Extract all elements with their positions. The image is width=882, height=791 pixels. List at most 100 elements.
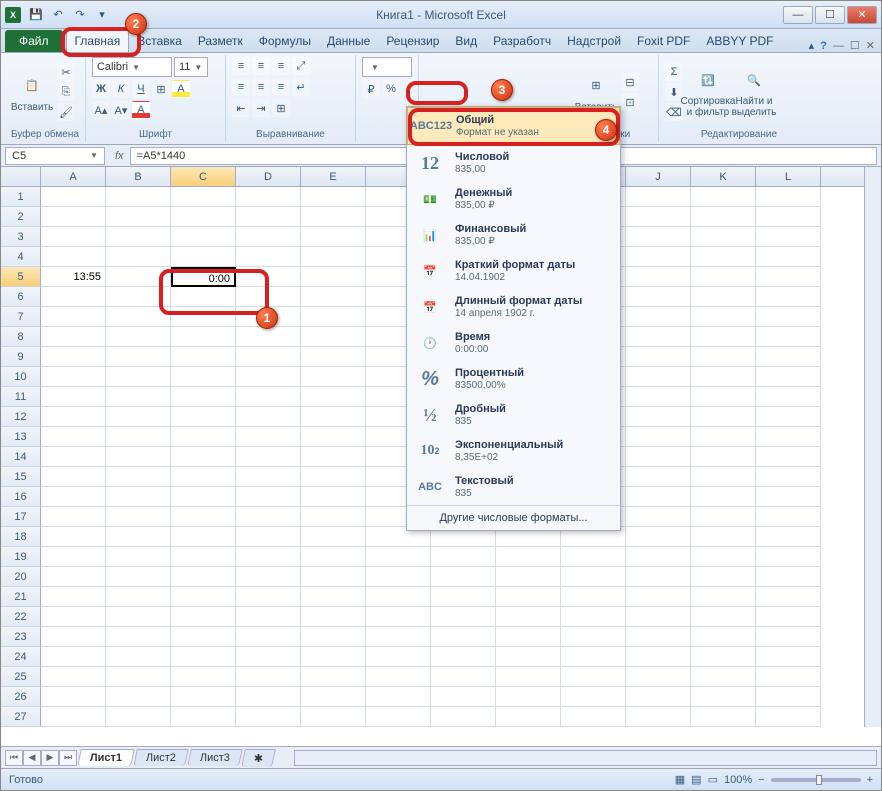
cell[interactable]: [236, 347, 301, 367]
format-accounting[interactable]: 📊 Финансовый835,00 ₽: [407, 217, 620, 253]
cell[interactable]: [171, 607, 236, 627]
cell[interactable]: [756, 667, 821, 687]
cell[interactable]: [301, 487, 366, 507]
cell[interactable]: [626, 487, 691, 507]
cell[interactable]: [626, 347, 691, 367]
cell[interactable]: [756, 567, 821, 587]
cell[interactable]: [106, 507, 171, 527]
file-tab[interactable]: Файл: [5, 30, 63, 52]
cell[interactable]: [626, 267, 691, 287]
cell[interactable]: [431, 707, 496, 727]
row-header[interactable]: 11: [1, 387, 41, 407]
cell[interactable]: [106, 667, 171, 687]
cell[interactable]: [756, 327, 821, 347]
cell[interactable]: [236, 187, 301, 207]
undo-icon[interactable]: ↶: [49, 6, 67, 24]
cell[interactable]: [756, 607, 821, 627]
cell[interactable]: [561, 687, 626, 707]
cell[interactable]: [236, 447, 301, 467]
mdi-close-icon[interactable]: ✕: [866, 39, 875, 52]
cell[interactable]: [301, 247, 366, 267]
tab-addins[interactable]: Надстрой: [559, 30, 629, 52]
row-header[interactable]: 16: [1, 487, 41, 507]
cell[interactable]: [496, 707, 561, 727]
cell[interactable]: [41, 647, 106, 667]
cell[interactable]: 0:00: [171, 267, 236, 287]
maximize-button[interactable]: ☐: [815, 6, 845, 24]
cell[interactable]: [236, 367, 301, 387]
cell[interactable]: [756, 387, 821, 407]
row-header[interactable]: 20: [1, 567, 41, 587]
cell[interactable]: [626, 567, 691, 587]
new-sheet-button[interactable]: ✱: [241, 749, 276, 767]
cell[interactable]: [106, 487, 171, 507]
cell[interactable]: [301, 527, 366, 547]
cell[interactable]: [41, 687, 106, 707]
autosum-icon[interactable]: Σ: [665, 63, 683, 81]
cell[interactable]: [431, 687, 496, 707]
cell[interactable]: [496, 687, 561, 707]
select-all-corner[interactable]: [1, 167, 41, 186]
cell[interactable]: [106, 347, 171, 367]
cell[interactable]: [171, 207, 236, 227]
row-header[interactable]: 7: [1, 307, 41, 327]
cell[interactable]: [626, 587, 691, 607]
cell[interactable]: [431, 627, 496, 647]
underline-button[interactable]: Ч: [132, 80, 150, 98]
cell[interactable]: [496, 587, 561, 607]
cell[interactable]: [496, 647, 561, 667]
cell[interactable]: [171, 507, 236, 527]
cell[interactable]: [691, 247, 756, 267]
cell[interactable]: [756, 527, 821, 547]
row-header[interactable]: 5: [1, 267, 41, 287]
cell[interactable]: [756, 507, 821, 527]
cell[interactable]: [626, 467, 691, 487]
format-short-date[interactable]: 📅 Краткий формат даты14.04.1902: [407, 253, 620, 289]
cell[interactable]: [301, 267, 366, 287]
cell[interactable]: [431, 567, 496, 587]
cell[interactable]: [366, 567, 431, 587]
cell[interactable]: [691, 547, 756, 567]
cell[interactable]: [301, 707, 366, 727]
redo-icon[interactable]: ↷: [71, 6, 89, 24]
italic-button[interactable]: К: [112, 80, 130, 98]
cell[interactable]: [171, 247, 236, 267]
cell[interactable]: [691, 707, 756, 727]
cell[interactable]: [106, 427, 171, 447]
cell[interactable]: [41, 207, 106, 227]
cell[interactable]: [366, 547, 431, 567]
cell[interactable]: [756, 707, 821, 727]
format-currency[interactable]: 💵 Денежный835,00 ₽: [407, 181, 620, 217]
indent-inc-icon[interactable]: ⇥: [252, 99, 270, 117]
cell[interactable]: [691, 587, 756, 607]
cell[interactable]: [626, 607, 691, 627]
cell[interactable]: [561, 587, 626, 607]
format-long-date[interactable]: 📅 Длинный формат даты14 апреля 1902 г.: [407, 289, 620, 325]
zoom-level[interactable]: 100%: [724, 774, 752, 786]
row-header[interactable]: 21: [1, 587, 41, 607]
cell[interactable]: [171, 387, 236, 407]
cell[interactable]: [106, 707, 171, 727]
cell[interactable]: [236, 467, 301, 487]
col-header[interactable]: K: [691, 167, 756, 186]
cell[interactable]: [41, 507, 106, 527]
cell[interactable]: [301, 347, 366, 367]
row-header[interactable]: 23: [1, 627, 41, 647]
cut-icon[interactable]: ✂: [57, 63, 75, 81]
cell[interactable]: [626, 307, 691, 327]
cell[interactable]: [106, 367, 171, 387]
cell[interactable]: [236, 567, 301, 587]
cell[interactable]: [171, 587, 236, 607]
cell[interactable]: [561, 567, 626, 587]
row-header[interactable]: 6: [1, 287, 41, 307]
cell[interactable]: [431, 547, 496, 567]
cell[interactable]: [626, 247, 691, 267]
col-header[interactable]: A: [41, 167, 106, 186]
sheet-nav-prev[interactable]: ◀: [23, 750, 41, 766]
cell[interactable]: [366, 667, 431, 687]
cell[interactable]: [691, 507, 756, 527]
cell[interactable]: [626, 327, 691, 347]
format-fraction[interactable]: ½ Дробный835: [407, 397, 620, 433]
cell[interactable]: [41, 547, 106, 567]
cell[interactable]: [171, 647, 236, 667]
